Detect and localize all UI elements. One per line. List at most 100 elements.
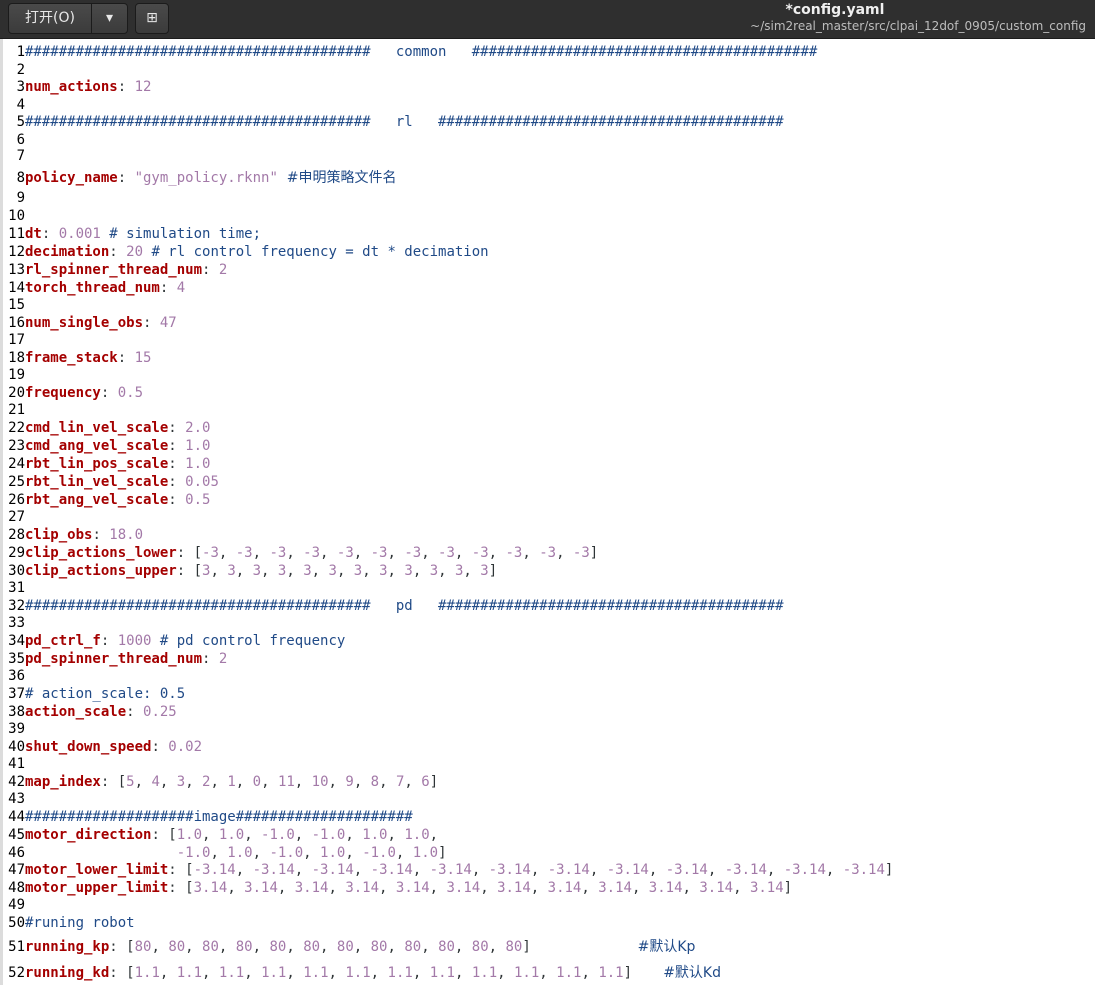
code-line-7[interactable]: 7 — [7, 147, 25, 165]
code-line-31[interactable]: 31 — [7, 579, 25, 597]
config-key: clip_actions_upper — [25, 563, 177, 579]
code-line-38[interactable]: 38action_scale: 0.25 — [7, 703, 177, 721]
code-punctuation: , — [286, 545, 304, 561]
config-value: 3 — [176, 774, 186, 790]
code-line-5[interactable]: 5#######################################… — [7, 113, 784, 131]
line-number: 32 — [8, 598, 25, 614]
code-line-44[interactable]: 44####################image#############… — [7, 808, 413, 826]
config-value: 3 — [429, 563, 439, 579]
line-number: 26 — [8, 492, 25, 508]
code-punctuation: , — [235, 862, 253, 878]
recent-files-dropdown-button[interactable]: ▾ — [91, 3, 128, 34]
code-punctuation: , — [488, 939, 506, 955]
line-number: 44 — [8, 809, 25, 825]
line-number: 18 — [8, 350, 25, 366]
code-line-41[interactable]: 41 — [7, 755, 25, 773]
code-punctuation: , — [353, 939, 371, 955]
code-line-49[interactable]: 49 — [7, 896, 25, 914]
config-value: 1.1 — [176, 965, 203, 981]
code-punctuation: , — [497, 965, 514, 981]
line-number: 10 — [8, 208, 25, 224]
code-line-14[interactable]: 14torch_thread_num: 4 — [7, 279, 185, 297]
code-line-3[interactable]: 3num_actions: 12 — [7, 78, 152, 96]
code-punctuation: : — [100, 633, 118, 649]
code-line-25[interactable]: 25rbt_lin_vel_scale: 0.05 — [7, 473, 219, 491]
code-line-23[interactable]: 23cmd_ang_vel_scale: 1.0 — [7, 437, 210, 455]
config-value: 80 — [471, 939, 489, 955]
config-value: -3 — [438, 545, 455, 561]
config-value: 1.1 — [345, 965, 371, 981]
text-editor-area[interactable]: 1#######################################… — [0, 39, 1095, 985]
code-line-29[interactable]: 29clip_actions_lower: [-3, -3, -3, -3, -… — [7, 544, 598, 562]
open-button[interactable]: 打开(O) — [8, 3, 92, 34]
code-line-50[interactable]: 50#runing robot — [7, 914, 135, 932]
code-line-19[interactable]: 19 — [7, 366, 25, 384]
config-value: 0 — [252, 774, 262, 790]
code-line-15[interactable]: 15 — [7, 296, 25, 314]
code-punctuation: , — [261, 774, 278, 790]
config-value: -3.14 — [842, 862, 885, 878]
config-value: 80 — [202, 939, 219, 955]
config-value: 80 — [134, 939, 152, 955]
config-value: 1.1 — [387, 965, 413, 981]
code-line-43[interactable]: 43 — [7, 790, 25, 808]
code-line-40[interactable]: 40shut_down_speed: 0.02 — [7, 738, 202, 756]
line-number: 20 — [8, 385, 25, 401]
code-comment: #runing robot — [25, 915, 135, 931]
code-line-48[interactable]: 48motor_upper_limit: [3.14, 3.14, 3.14, … — [7, 879, 792, 897]
document-path: ~/sim2real_master/src/clpai_12dof_0905/c… — [750, 19, 1086, 33]
code-line-51[interactable]: 51running_kp: [80, 80, 80, 80, 80, 80, 8… — [7, 938, 695, 956]
code-line-11[interactable]: 11dt: 0.001 # simulation time; — [7, 225, 261, 243]
line-number: 45 — [8, 827, 25, 843]
code-line-33[interactable]: 33 — [7, 614, 25, 632]
code-line-39[interactable]: 39 — [7, 720, 25, 738]
code-line-26[interactable]: 26rbt_ang_vel_scale: 0.5 — [7, 491, 210, 509]
code-line-21[interactable]: 21 — [7, 401, 25, 419]
code-line-8[interactable]: 8policy_name: "gym_policy.rknn" #申明策略文件名 — [7, 169, 397, 187]
code-line-22[interactable]: 22cmd_lin_vel_scale: 2.0 — [7, 419, 210, 437]
code-line-24[interactable]: 24rbt_lin_pos_scale: 1.0 — [7, 455, 210, 473]
code-line-37[interactable]: 37# action_scale: 0.5 — [7, 685, 185, 703]
code-line-1[interactable]: 1#######################################… — [7, 43, 818, 61]
code-line-10[interactable]: 10 — [7, 207, 25, 225]
code-punctuation: , — [370, 965, 388, 981]
line-number: 3 — [16, 79, 25, 95]
config-key: decimation — [25, 244, 110, 260]
code-punctuation: , — [159, 965, 177, 981]
code-line-35[interactable]: 35pd_spinner_thread_num: 2 — [7, 650, 227, 668]
code-line-12[interactable]: 12decimation: 20 # rl control frequency … — [7, 243, 488, 261]
code-line-27[interactable]: 27 — [7, 508, 25, 526]
new-tab-button[interactable]: ⊞ — [135, 3, 169, 34]
code-line-36[interactable]: 36 — [7, 667, 25, 685]
config-key: map_index — [25, 774, 101, 790]
code-line-52[interactable]: 52running_kd: [1.1, 1.1, 1.1, 1.1, 1.1, … — [7, 964, 721, 982]
config-value: 11 — [277, 774, 295, 790]
config-key: frame_stack — [25, 350, 118, 366]
code-line-20[interactable]: 20frequency: 0.5 — [7, 384, 143, 402]
code-line-9[interactable]: 9 — [7, 189, 25, 207]
code-punctuation: , — [648, 862, 666, 878]
code-line-2[interactable]: 2 — [7, 61, 25, 79]
code-line-42[interactable]: 42map_index: [5, 4, 3, 2, 1, 0, 11, 10, … — [7, 773, 438, 791]
code-line-13[interactable]: 13rl_spinner_thread_num: 2 — [7, 261, 227, 279]
config-value: 2 — [218, 651, 228, 667]
config-value: 1.0 — [320, 845, 346, 861]
code-punctuation: : [ — [176, 563, 203, 579]
code-line-32[interactable]: 32######################################… — [7, 597, 783, 615]
code-line-47[interactable]: 47motor_lower_limit: [-3.14, -3.14, -3.1… — [7, 861, 893, 879]
code-punctuation: ] — [522, 939, 531, 955]
code-line-30[interactable]: 30clip_actions_upper: [3, 3, 3, 3, 3, 3,… — [7, 562, 497, 580]
code-line-4[interactable]: 4 — [7, 96, 25, 114]
code-punctuation: , — [244, 965, 262, 981]
code-line-46[interactable]: 46 -1.0, 1.0, -1.0, 1.0, -1.0, 1.0] — [7, 844, 446, 862]
code-line-18[interactable]: 18frame_stack: 15 — [7, 349, 151, 367]
code-line-16[interactable]: 16num_single_obs: 47 — [7, 314, 177, 332]
code-line-28[interactable]: 28clip_obs: 18.0 — [7, 526, 143, 544]
config-value: 80 — [235, 939, 253, 955]
code-line-34[interactable]: 34pd_ctrl_f: 1000 # pd control frequency — [7, 632, 345, 650]
code-line-17[interactable]: 17 — [7, 331, 25, 349]
config-value: 80 — [505, 939, 523, 955]
line-number: 35 — [8, 651, 25, 667]
code-line-45[interactable]: 45motor_direction: [1.0, 1.0, -1.0, -1.0… — [7, 826, 438, 844]
line-number: 13 — [8, 262, 25, 278]
